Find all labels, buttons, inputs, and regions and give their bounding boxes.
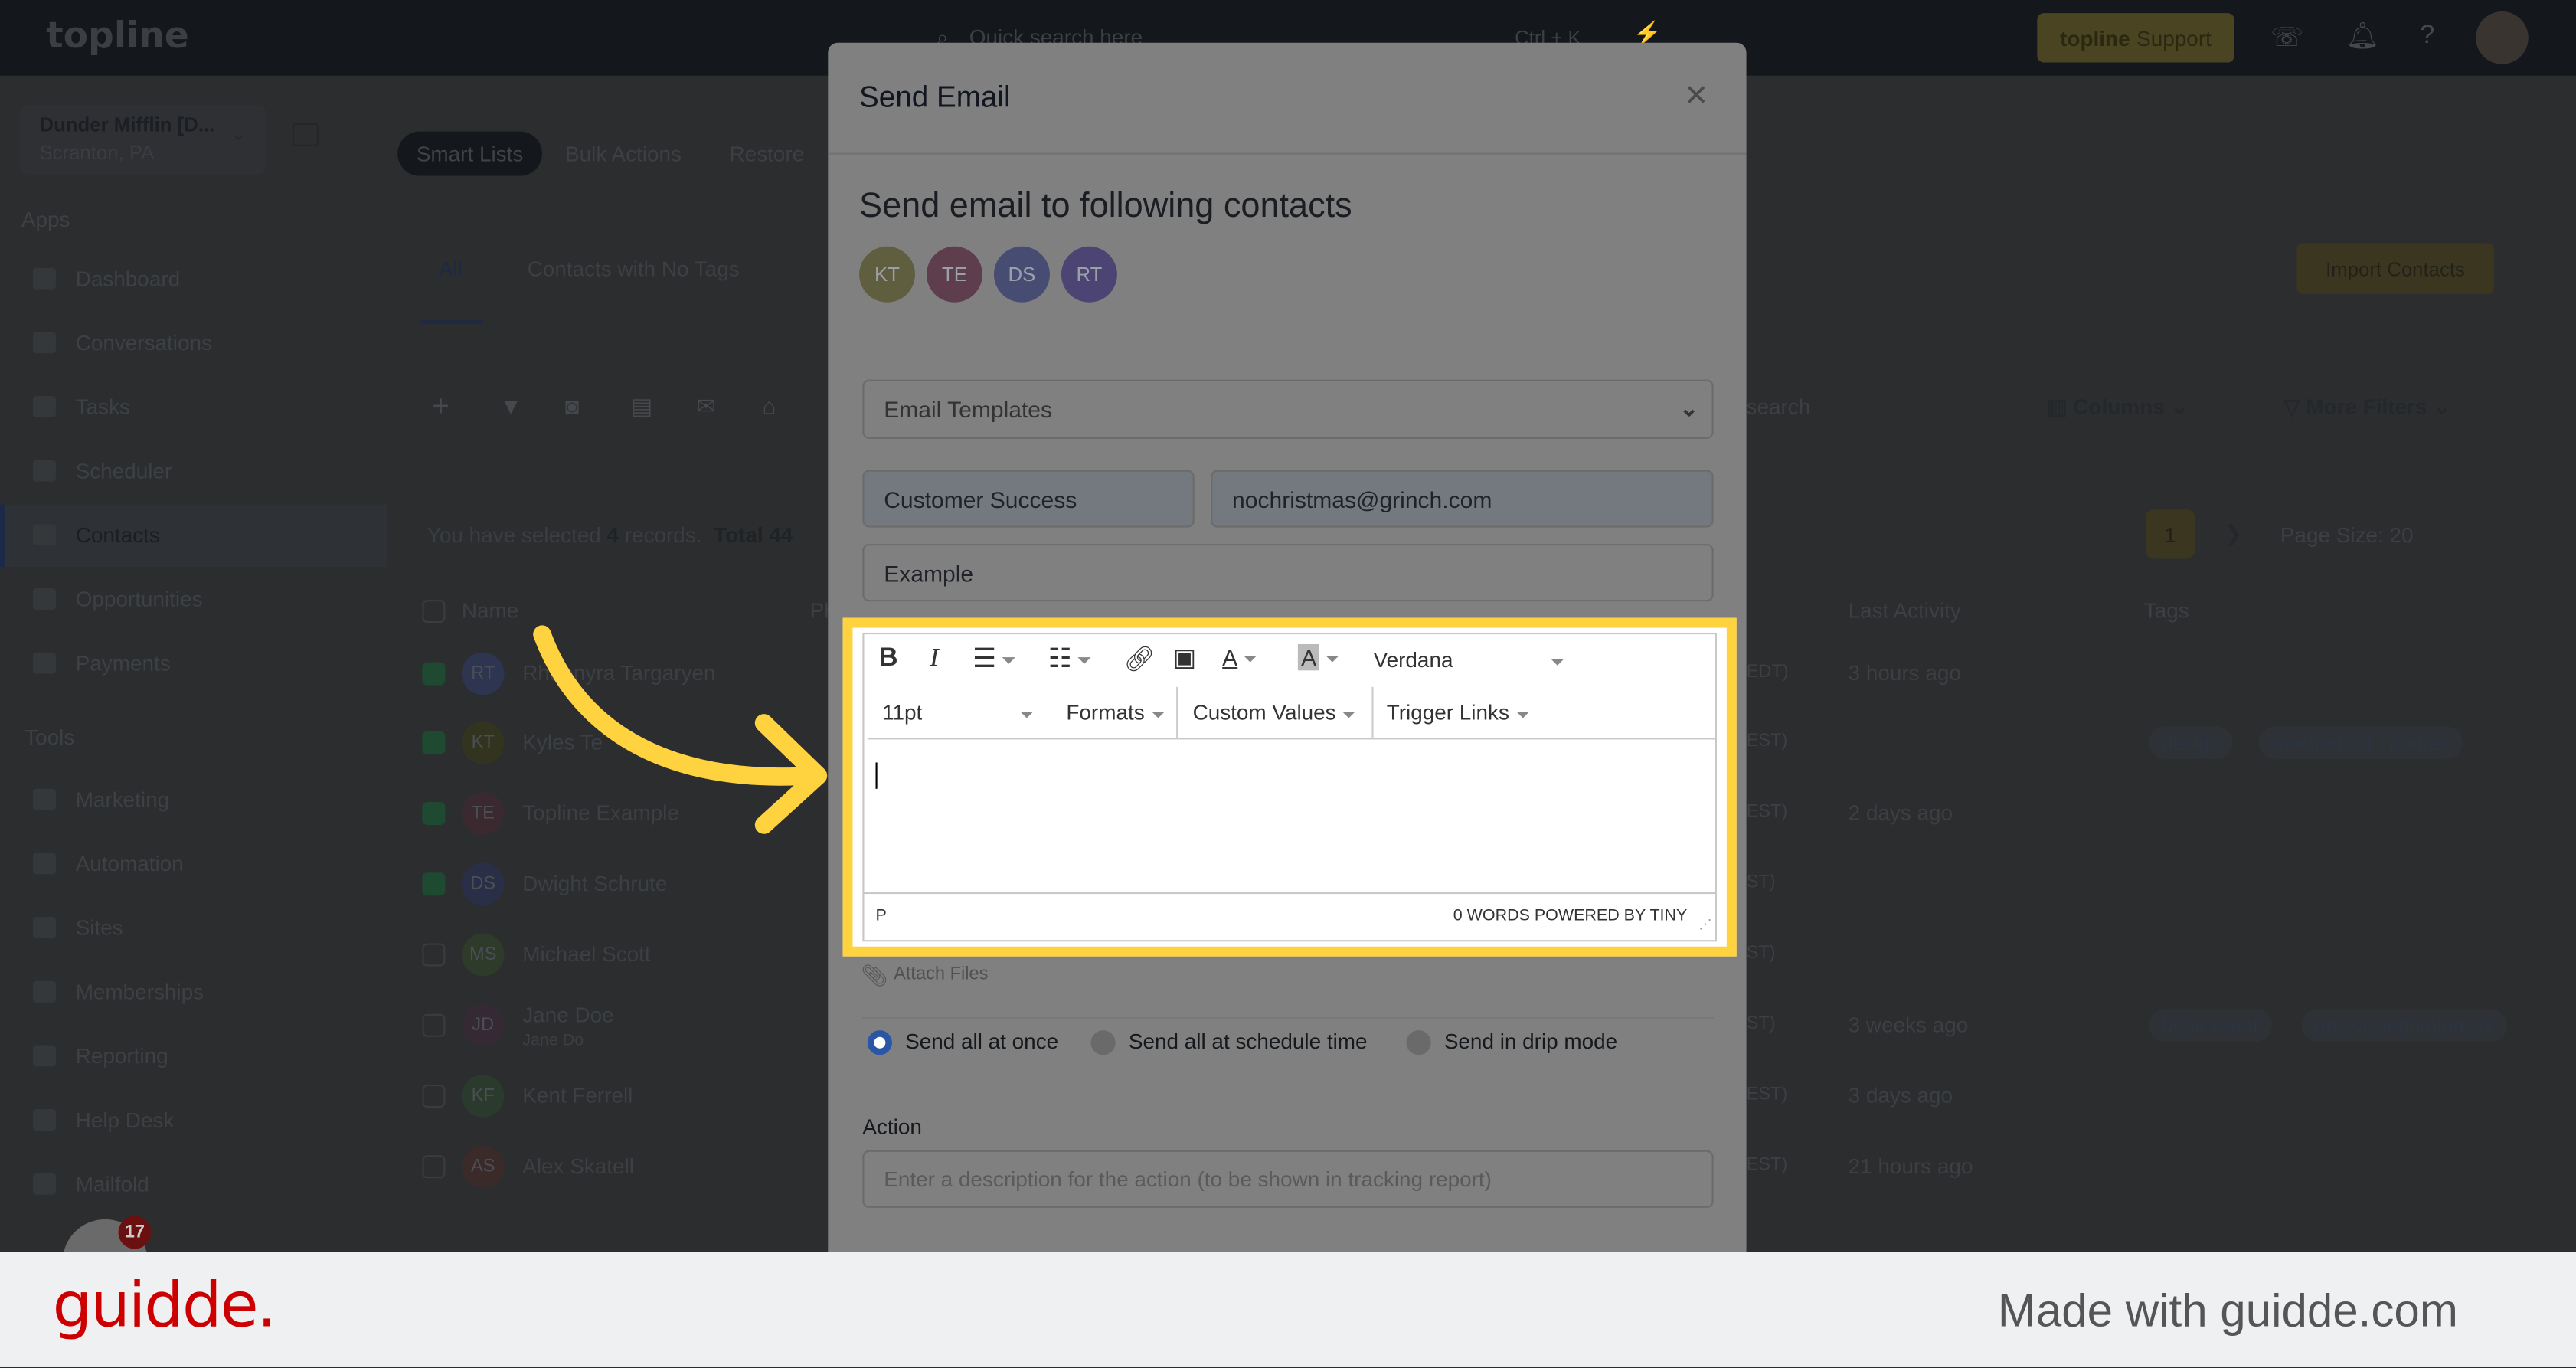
background-color-icon[interactable]: A bbox=[1297, 644, 1340, 670]
word-count-status: 0 WORDS POWERED BY TINY bbox=[1453, 907, 1688, 925]
made-with-text: Made with guidde.com bbox=[1997, 1285, 2458, 1337]
send-mode-label: Send in drip mode bbox=[1443, 1029, 1618, 1054]
close-icon[interactable]: ✕ bbox=[1684, 79, 1708, 113]
action-description-input[interactable]: Enter a description for the action (to b… bbox=[862, 1150, 1714, 1208]
recipient-avatar: DS bbox=[993, 246, 1050, 303]
text-color-icon[interactable]: A bbox=[1222, 644, 1257, 670]
trigger-links-label: Trigger Links bbox=[1386, 699, 1509, 725]
rich-text-editor: B I ☰ ☷ 🔗︎ ▣ A A Verdana 11pt Formats Cu… bbox=[862, 632, 1717, 942]
subject-field[interactable]: Example bbox=[862, 544, 1714, 602]
editor-body[interactable] bbox=[864, 741, 1715, 895]
paperclip-icon[interactable]: 📎︎ bbox=[861, 963, 888, 989]
chevron-down-icon: ⌄ bbox=[1679, 394, 1699, 421]
font-family-select[interactable]: Verdana bbox=[1374, 647, 1565, 672]
toolbar-row-2: 11pt Formats Custom Values Trigger Links bbox=[867, 686, 1715, 740]
recipient-avatar: TE bbox=[927, 246, 982, 303]
formats-menu[interactable]: Formats bbox=[1066, 699, 1165, 725]
trigger-links-menu[interactable]: Trigger Links bbox=[1387, 700, 1529, 725]
bullet-list-icon[interactable]: ☰ bbox=[973, 643, 1016, 676]
recipient-avatar: RT bbox=[1061, 246, 1117, 303]
custom-values-label: Custom Values bbox=[1192, 699, 1336, 725]
email-templates-select[interactable]: Email Templates ⌄ bbox=[862, 379, 1714, 439]
editor-highlight: B I ☰ ☷ 🔗︎ ▣ A A Verdana 11pt Formats Cu… bbox=[842, 617, 1737, 957]
recipient-avatar: KT bbox=[859, 246, 915, 303]
email-templates-placeholder: Email Templates bbox=[884, 396, 1053, 423]
attach-files-link[interactable]: Attach Files bbox=[894, 964, 988, 984]
element-path: P bbox=[875, 907, 887, 925]
radio-button[interactable] bbox=[1090, 1030, 1116, 1055]
bold-icon[interactable]: B bbox=[879, 644, 898, 674]
custom-values-menu[interactable]: Custom Values bbox=[1193, 700, 1356, 725]
send-mode-label: Send all at once bbox=[905, 1029, 1059, 1054]
font-family-value: Verdana bbox=[1373, 647, 1453, 673]
arrow-curve bbox=[533, 625, 822, 786]
link-icon[interactable]: 🔗︎ bbox=[1123, 644, 1155, 673]
numbered-list-icon[interactable]: ☷ bbox=[1048, 643, 1092, 676]
resize-handle-icon[interactable]: ⋰ bbox=[1698, 917, 1711, 931]
modal-heading: Send email to following contacts bbox=[859, 187, 1352, 225]
screen: topline ⌕ Quick search here Ctrl + K ⚡ t… bbox=[0, 0, 2576, 1367]
action-label: Action bbox=[862, 1114, 922, 1139]
send-mode-label: Send all at schedule time bbox=[1128, 1029, 1368, 1054]
divider bbox=[1371, 686, 1374, 740]
text-cursor bbox=[875, 762, 878, 789]
italic-icon[interactable]: I bbox=[930, 644, 938, 674]
font-size-value: 11pt bbox=[882, 699, 923, 725]
font-size-select[interactable]: 11pt bbox=[882, 699, 1035, 725]
modal-title: Send Email bbox=[859, 80, 1011, 114]
guidde-logo: guidde. bbox=[52, 1268, 277, 1341]
footer-bar: guidde. Made with guidde.com bbox=[0, 1252, 2576, 1367]
divider bbox=[828, 152, 1747, 155]
divider bbox=[1176, 686, 1178, 740]
from-name-field[interactable]: Customer Success bbox=[862, 470, 1195, 528]
radio-button[interactable] bbox=[1406, 1030, 1431, 1055]
from-email-field[interactable]: nochristmas@grinch.com bbox=[1211, 470, 1714, 528]
divider bbox=[862, 1017, 1714, 1019]
radio-button[interactable] bbox=[867, 1030, 892, 1055]
image-icon[interactable]: ▣ bbox=[1173, 643, 1196, 672]
formats-label: Formats bbox=[1066, 699, 1145, 725]
